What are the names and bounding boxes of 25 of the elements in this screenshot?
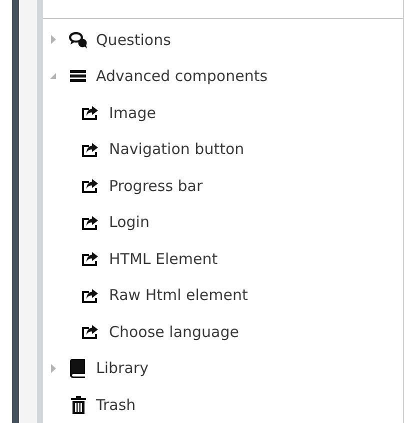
tree-item[interactable]: Questions [96,28,171,51]
tree-item[interactable]: Navigation button [109,138,244,160]
tree-item[interactable]: Library [96,357,148,380]
speech-bubbles-icon [68,30,88,49]
tree-item[interactable]: Progress bar [109,174,203,197]
collapsed-triangle-icon[interactable] [50,35,56,44]
tree-item[interactable]: Choose language [109,320,239,343]
trash-icon [70,396,86,414]
share-box-icon [82,324,100,340]
collapsed-triangle-icon[interactable] [50,364,56,373]
share-box-icon [82,214,100,230]
share-box-icon [82,251,100,266]
tree-item[interactable]: Login [109,211,150,234]
expanded-triangle-icon[interactable] [50,73,56,80]
share-box-icon [82,105,100,120]
book-icon [70,358,86,378]
tree-item[interactable]: HTML Element [109,248,218,270]
share-box-icon [82,142,100,157]
tree-item[interactable]: Raw Html element [109,284,248,306]
tree-item[interactable]: Trash [96,394,136,416]
tree-item[interactable]: Image [109,102,156,124]
share-box-icon [82,178,100,194]
share-box-icon [82,288,100,303]
tree-item[interactable]: Advanced components [96,65,268,88]
menu-lines-icon [70,69,86,84]
